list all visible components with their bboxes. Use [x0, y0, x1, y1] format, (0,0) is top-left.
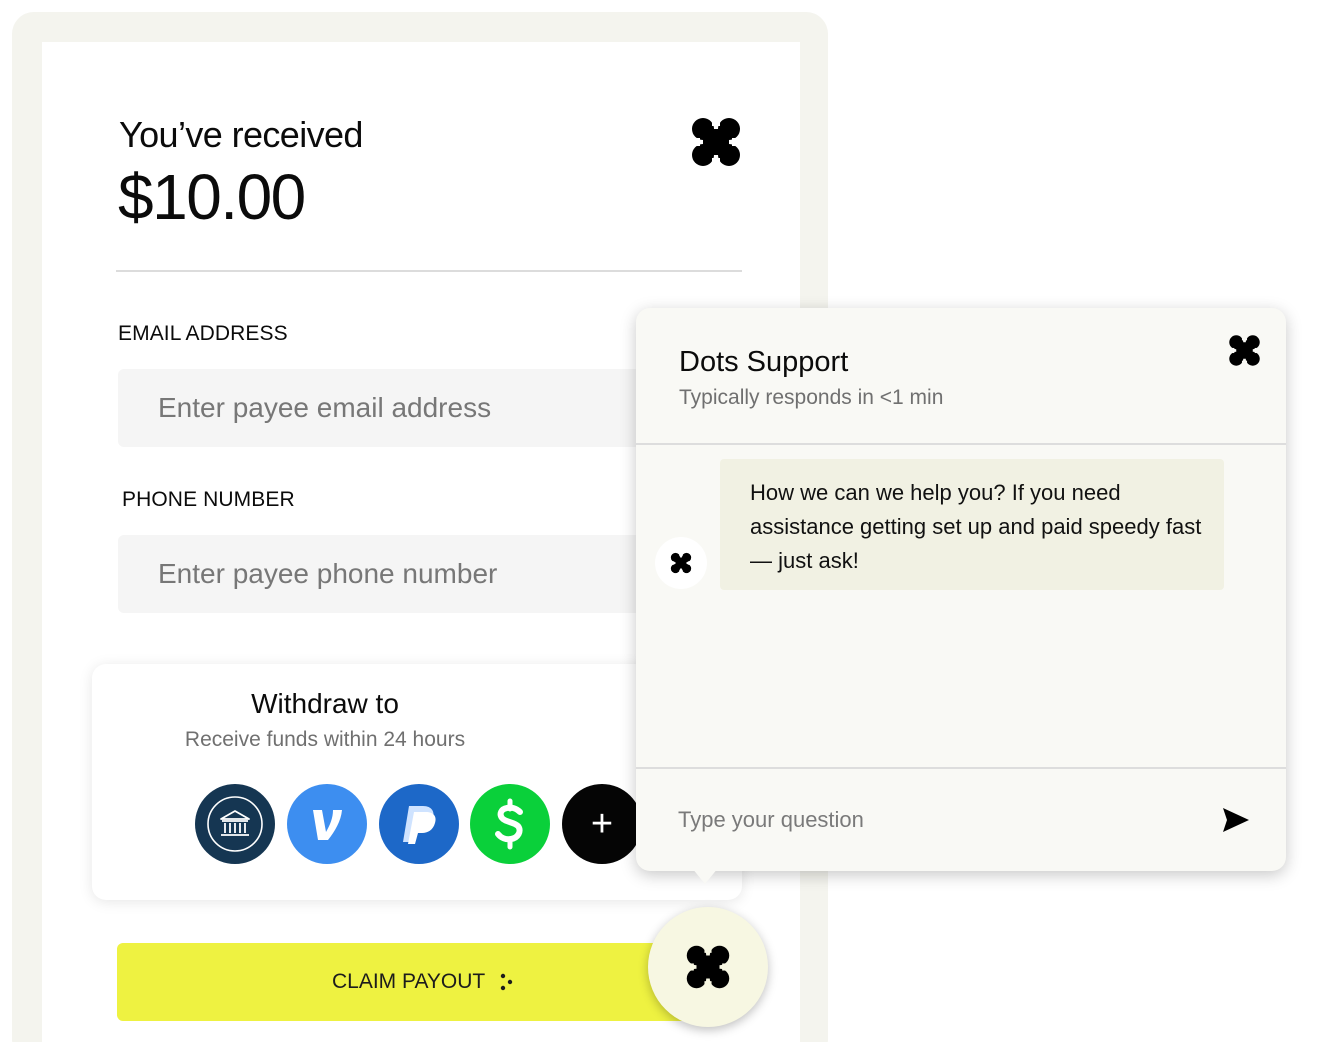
chat-pointer [692, 868, 718, 884]
email-label: EMAIL ADDRESS [118, 322, 288, 345]
claim-payout-button[interactable]: CLAIM PAYOUT [117, 943, 725, 1021]
question-input[interactable] [664, 796, 1204, 844]
chat-title: Dots Support [679, 346, 849, 378]
chat-subtitle: Typically responds in <1 min [679, 386, 944, 409]
withdraw-subtitle: Receive funds within 24 hours [184, 728, 466, 751]
venmo-icon [313, 810, 342, 840]
send-icon[interactable] [1220, 804, 1252, 836]
withdraw-title: Withdraw to [251, 688, 399, 719]
chat-input-divider [636, 767, 1286, 769]
support-avatar [655, 537, 707, 589]
bank-icon [207, 796, 263, 852]
support-message: How we can we help you? If you need assi… [720, 459, 1224, 590]
dots-logo-icon [685, 944, 731, 990]
dots-logo-icon [690, 116, 742, 168]
add-method-button[interactable]: + [562, 784, 642, 864]
bank-method-button[interactable] [195, 784, 275, 864]
dots-logo-icon [1228, 334, 1261, 367]
cash-app-icon [495, 798, 523, 850]
cash-app-method-button[interactable] [470, 784, 550, 864]
payout-amount: $10.00 [118, 161, 306, 233]
paypal-method-button[interactable] [379, 784, 459, 864]
chat-launcher-button[interactable] [648, 907, 768, 1027]
paypal-icon [403, 806, 436, 844]
received-label: You’ve received [119, 114, 363, 155]
phone-label: PHONE NUMBER [122, 488, 295, 511]
plus-icon: + [590, 802, 614, 845]
claim-payout-label: CLAIM PAYOUT [332, 970, 486, 993]
header-divider [116, 270, 742, 272]
loading-dots-icon [501, 973, 513, 991]
venmo-method-button[interactable] [287, 784, 367, 864]
chat-header-divider [636, 443, 1286, 445]
dots-logo-icon [670, 552, 692, 574]
